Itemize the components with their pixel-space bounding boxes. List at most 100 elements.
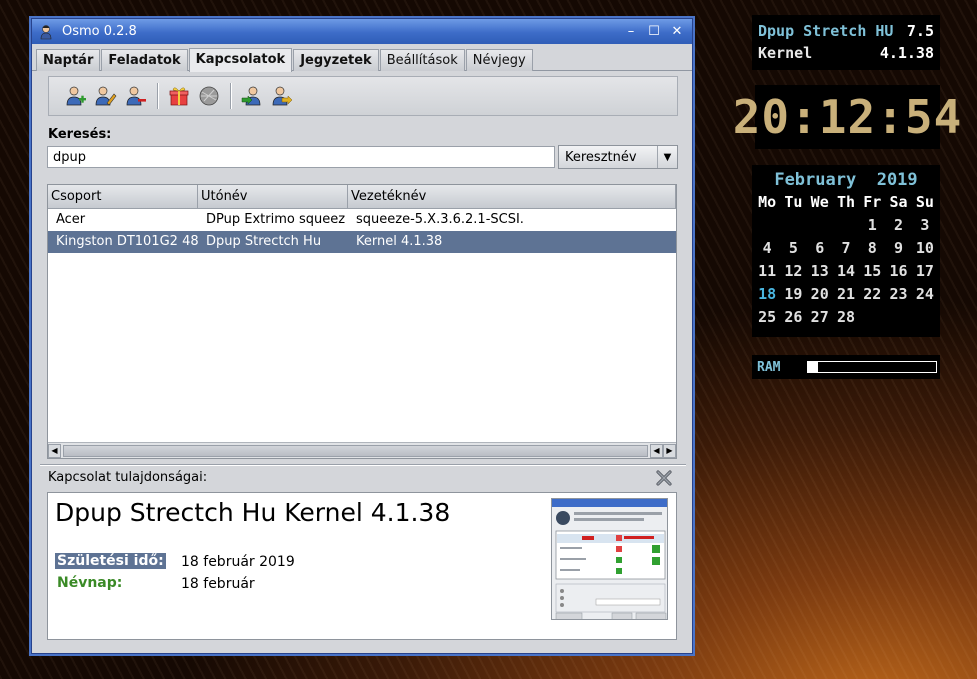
calendar-day: 7 (841, 239, 851, 257)
system-version: 7.5 (906, 22, 934, 40)
cell-last-name: Kernel 4.1.38 (356, 234, 443, 249)
calendar-year: 2019 (876, 170, 918, 190)
tab-nevjegy[interactable]: Névjegy (465, 49, 533, 71)
calendar-weekday: Fr (863, 193, 882, 211)
calendar-day: 21 (836, 285, 856, 303)
column-header-first-name[interactable]: Utónév (198, 185, 348, 208)
search-field-value: Keresztnév (565, 149, 637, 165)
horizontal-scrollbar[interactable]: ◀ ◀ ▶ (48, 442, 676, 458)
birth-date-value: 18 február 2019 (181, 554, 295, 570)
tab-naptar[interactable]: Naptár (36, 49, 101, 71)
contacts-table: Csoport Utónév Vezetéknév Acer DPup Extr… (47, 184, 677, 459)
calendar-day: 10 (915, 239, 934, 257)
nameday-value: 18 február (181, 576, 255, 592)
table-row[interactable]: Acer DPup Extrimo squeez squeeze-5.X.3.6… (48, 209, 676, 231)
toolbar-separator (230, 83, 231, 109)
system-info-widget: Dpup Stretch HU 7.5 Kernel 4.1.38 (752, 15, 940, 70)
calendar-day: 9 (894, 239, 904, 257)
calendar-day: 6 (815, 239, 825, 257)
toolbar (48, 76, 678, 116)
calendar-weekday: We (810, 193, 829, 211)
calendar-day: 1 (867, 216, 877, 234)
column-header-group[interactable]: Csoport (48, 185, 198, 208)
calendar-day: 11 (758, 262, 777, 280)
properties-label: Kapcsolat tulajdonságai: (48, 470, 208, 485)
calendar-day: 22 (863, 285, 882, 303)
import-icon[interactable] (239, 83, 265, 109)
tab-kapcsolatok[interactable]: Kapcsolatok (188, 48, 293, 72)
title-bar[interactable]: Osmo 0.2.8 – ☐ ✕ (32, 19, 692, 44)
search-field-select[interactable]: Keresztnév ▼ (558, 145, 678, 169)
calendar-grid: Mo Tu We Th Fr Sa Su 1 2 3 4 5 6 7 8 9 10 11 12 13 14 15 16 17 1… (754, 191, 938, 329)
calendar-today: 18 (758, 285, 777, 303)
cell-group: Kingston DT101G2 48 (56, 234, 198, 249)
calendar-day: 5 (788, 239, 798, 257)
tab-beallitasok[interactable]: Beállítások (379, 49, 465, 71)
calendar-empty-cell (833, 214, 859, 237)
search-input[interactable] (47, 146, 555, 168)
calendar-weekday: Sa (889, 193, 908, 211)
close-properties-icon[interactable] (654, 468, 674, 488)
toolbar-separator (157, 83, 158, 109)
calendar-day: 17 (915, 262, 934, 280)
app-icon (40, 24, 52, 39)
edit-contact-icon[interactable] (93, 83, 119, 109)
calendar-month: February (774, 170, 857, 190)
calendar-day: 2 (894, 216, 904, 234)
ram-usage-fill (808, 362, 819, 372)
table-header: Csoport Utónév Vezetéknév (48, 185, 676, 209)
calendar-empty-cell (807, 214, 833, 237)
chevron-down-icon[interactable]: ▼ (657, 146, 677, 168)
calendar-day: 12 (784, 262, 803, 280)
remove-contact-icon[interactable] (123, 83, 149, 109)
cell-first-name: Dpup Strectch Hu (206, 234, 322, 249)
splitter[interactable] (40, 464, 686, 466)
calendar-day: 23 (889, 285, 908, 303)
ram-label: RAM (757, 359, 781, 375)
calendar-empty-cell (754, 214, 780, 237)
cell-group: Acer (56, 212, 86, 227)
scroll-right-icon[interactable]: ▶ (663, 443, 676, 458)
export-icon[interactable] (269, 83, 295, 109)
table-row-selected[interactable]: Kingston DT101G2 48 Dpup Strectch Hu Ker… (48, 231, 676, 253)
map-icon[interactable] (196, 83, 222, 109)
calendar-day: 3 (920, 216, 930, 234)
tab-jegyzetek[interactable]: Jegyzetek (293, 49, 379, 71)
birthdays-icon[interactable] (166, 83, 192, 109)
calendar-day: 20 (810, 285, 829, 303)
birth-date-label: Születési idő: (55, 553, 166, 569)
calendar-day: 26 (784, 308, 803, 326)
calendar-weekday: Su (915, 193, 934, 211)
calendar-day: 25 (758, 308, 777, 326)
scroll-left-icon[interactable]: ◀ (650, 443, 663, 458)
ram-widget: RAM (752, 355, 940, 379)
calendar-header: February 2019 (754, 169, 938, 191)
osmo-window: Osmo 0.2.8 – ☐ ✕ Naptár Feladatok Kapcso… (31, 18, 693, 654)
calendar-day: 15 (863, 262, 882, 280)
minimize-button[interactable]: – (622, 23, 640, 41)
close-window-button[interactable]: ✕ (668, 23, 686, 41)
kernel-label: Kernel (758, 44, 813, 62)
kernel-version: 4.1.38 (879, 44, 934, 62)
cell-first-name: DPup Extrimo squeez (206, 212, 346, 227)
calendar-day: 13 (810, 262, 829, 280)
maximize-button[interactable]: ☐ (645, 23, 663, 41)
scroll-thumb[interactable] (63, 444, 648, 457)
calendar-day: 4 (762, 239, 772, 257)
clock-time: 20:12:54 (732, 90, 963, 144)
scroll-left-icon[interactable]: ◀ (48, 443, 61, 458)
system-name: Dpup Stretch HU (758, 22, 894, 40)
calendar-weekday: Mo (758, 193, 777, 211)
calendar-day: 27 (810, 308, 829, 326)
cell-last-name: squeeze-5.X.3.6.2.1-SCSI. (356, 212, 524, 227)
calendar-weekday: Th (836, 193, 856, 211)
tab-bar: Naptár Feladatok Kapcsolatok Jegyzetek B… (32, 44, 692, 72)
column-header-last-name[interactable]: Vezetéknév (348, 185, 676, 208)
calendar-empty-cell (780, 214, 806, 237)
add-contact-icon[interactable] (63, 83, 89, 109)
window-title: Osmo 0.2.8 (62, 24, 137, 39)
calendar-weekday: Tu (784, 193, 803, 211)
calendar-day: 8 (867, 239, 877, 257)
tab-feladatok[interactable]: Feladatok (101, 49, 188, 71)
calendar-widget: February 2019 Mo Tu We Th Fr Sa Su 1 2 3 4 5 6 7 8 9 10 1… (752, 165, 940, 337)
